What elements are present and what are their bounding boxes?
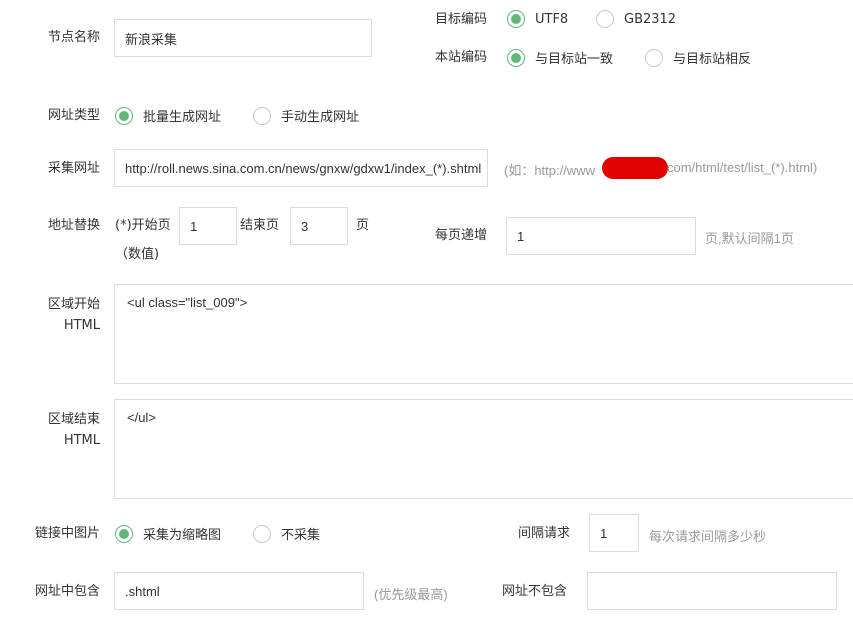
interval-input[interactable]: 1 — [589, 514, 639, 552]
radio-no-collect[interactable]: 不采集 — [253, 524, 320, 543]
node-name-label: 节点名称 — [47, 30, 100, 45]
radio-same-as-target[interactable]: 与目标站一致 — [507, 48, 613, 67]
target-encoding-label: 目标编码 — [435, 12, 488, 27]
numeric-note: （数值) — [115, 247, 160, 262]
region-end-label-line2: HTML — [63, 433, 100, 448]
end-page-label: 结束页 — [240, 218, 280, 233]
redaction-mark — [602, 157, 668, 179]
region-end-textarea[interactable]: </ul> — [114, 399, 853, 499]
page-increment-label: 每页递增 — [435, 228, 488, 243]
radio-collect-thumbnail-label: 采集为缩略图 — [143, 528, 222, 543]
url-include-hint: (优先级最高) — [374, 587, 448, 602]
url-type-label: 网址类型 — [47, 108, 100, 123]
region-start-label: 区域开始 HTML — [20, 294, 100, 336]
start-page-label: (*)开始页 — [115, 218, 171, 233]
interval-label: 间隔请求 — [518, 526, 571, 541]
node-name-input[interactable]: 新浪采集 — [114, 19, 372, 57]
radio-manual-generate[interactable]: 手动生成网址 — [253, 106, 359, 125]
page-increment-hint: 页,默认间隔1页 — [705, 231, 794, 246]
radio-opposite-target-label: 与目标站相反 — [673, 52, 752, 67]
radio-gb2312-label: GB2312 — [624, 11, 677, 27]
radio-checked-icon — [507, 10, 525, 28]
page-increment-input[interactable]: 1 — [506, 217, 696, 255]
collect-url-hint-suffix: com/html/test/list_(*).html) — [667, 160, 818, 175]
radio-utf8[interactable]: UTF8 — [507, 10, 568, 28]
interval-hint: 每次请求间隔多少秒 — [649, 529, 767, 544]
site-encoding-label: 本站编码 — [435, 50, 488, 65]
radio-utf8-label: UTF8 — [535, 11, 569, 27]
radio-batch-generate-label: 批量生成网址 — [143, 110, 222, 125]
url-exclude-input[interactable] — [587, 572, 837, 610]
radio-checked-icon — [115, 106, 133, 125]
radio-no-collect-label: 不采集 — [281, 528, 321, 543]
link-images-label: 链接中图片 — [34, 526, 100, 541]
radio-unchecked-icon — [253, 524, 271, 543]
url-exclude-label: 网址不包含 — [502, 584, 568, 599]
collect-url-hint-prefix: (如：http://www — [504, 163, 596, 178]
radio-unchecked-icon — [596, 10, 614, 28]
collect-url-input[interactable]: http://roll.news.sina.com.cn/news/gnxw/g… — [114, 149, 488, 187]
radio-collect-thumbnail[interactable]: 采集为缩略图 — [115, 524, 221, 543]
region-end-label-line1: 区域结束 — [47, 412, 100, 427]
radio-opposite-target[interactable]: 与目标站相反 — [645, 48, 751, 67]
radio-batch-generate[interactable]: 批量生成网址 — [115, 106, 221, 125]
radio-same-as-target-label: 与目标站一致 — [535, 52, 614, 67]
page-suffix-label: 页 — [356, 218, 370, 233]
radio-manual-generate-label: 手动生成网址 — [281, 110, 360, 125]
radio-checked-icon — [507, 48, 525, 67]
region-start-label-line2: HTML — [63, 318, 100, 333]
radio-unchecked-icon — [253, 106, 271, 125]
end-page-input[interactable]: 3 — [290, 207, 348, 245]
region-start-label-line1: 区域开始 — [47, 297, 100, 312]
url-include-input[interactable]: .shtml — [114, 572, 364, 610]
radio-checked-icon — [115, 524, 133, 543]
region-end-label: 区域结束 HTML — [20, 409, 100, 451]
radio-gb2312[interactable]: GB2312 — [596, 10, 676, 28]
url-include-label: 网址中包含 — [34, 584, 100, 599]
radio-unchecked-icon — [645, 48, 663, 67]
region-start-textarea[interactable]: <ul class="list_009"> — [114, 284, 853, 384]
collect-url-label: 采集网址 — [47, 161, 100, 176]
start-page-input[interactable]: 1 — [179, 207, 237, 245]
address-replace-label: 地址替换 — [47, 218, 100, 233]
